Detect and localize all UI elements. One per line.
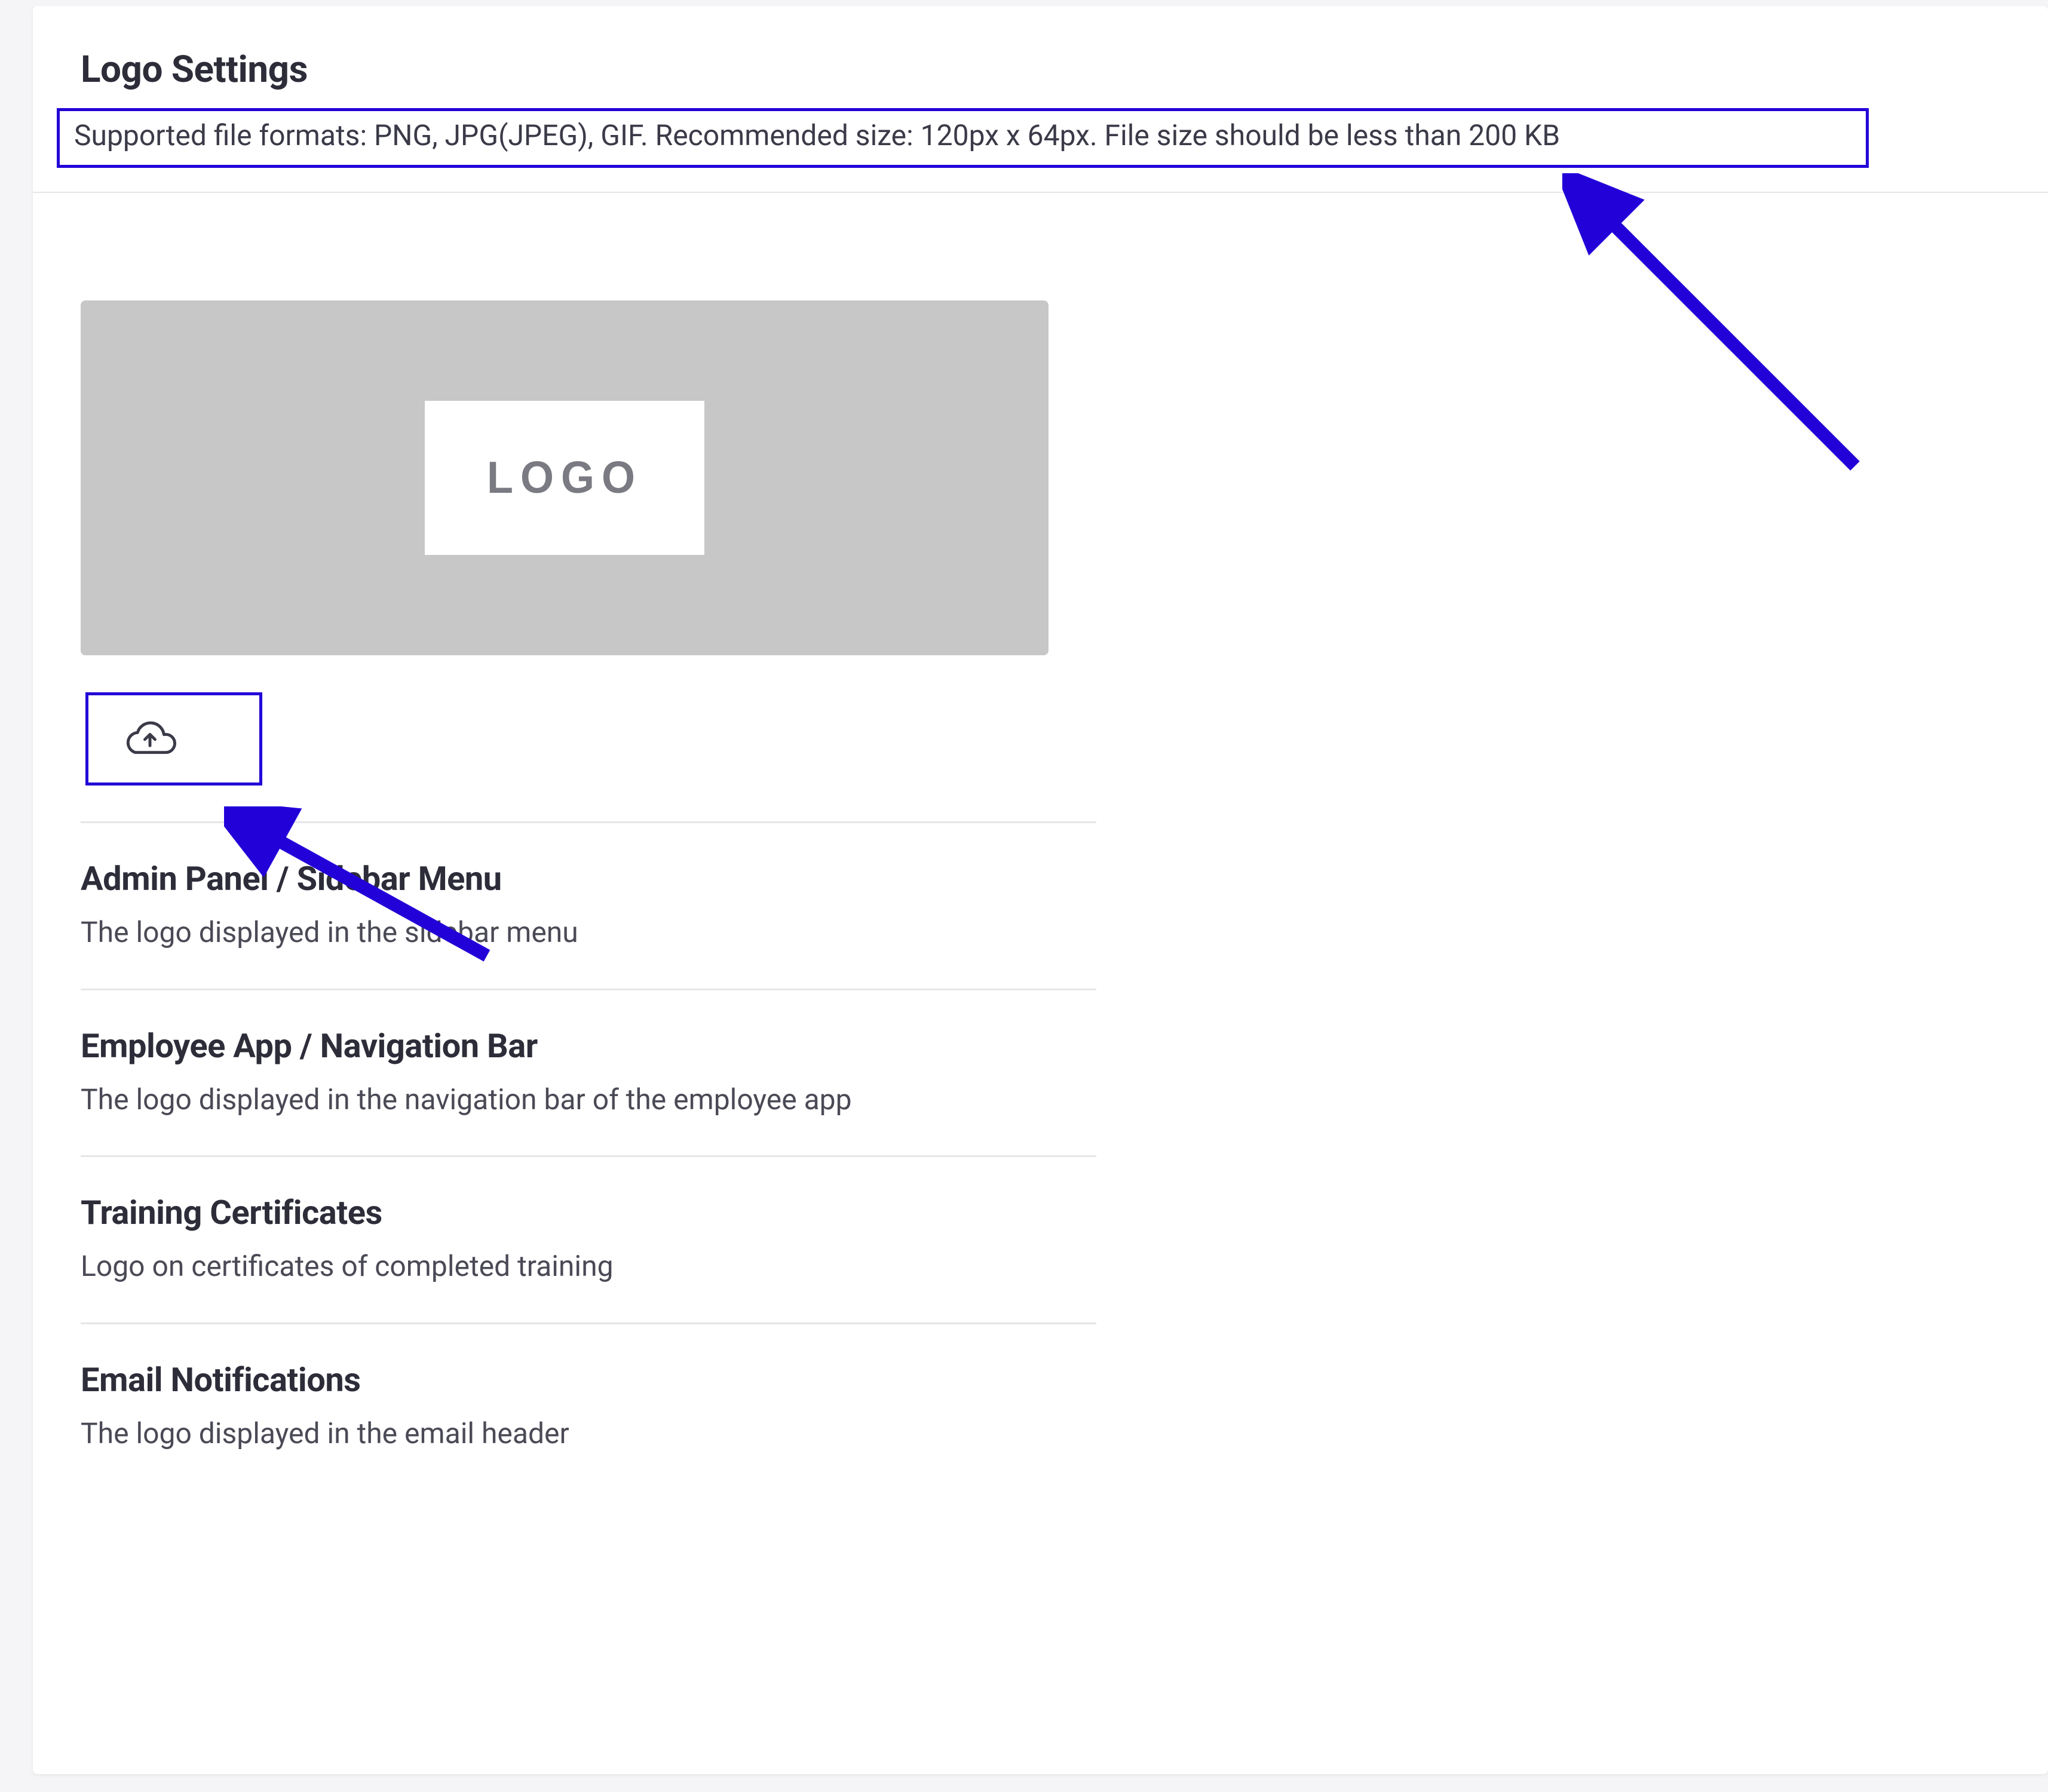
logo-section-employee-app[interactable]: Employee App / Navigation Bar The logo d… [81,990,1096,1118]
settings-panel: Logo Settings Supported file formats: PN… [33,6,2048,1774]
section-description: The logo displayed in the email header [81,1415,1096,1452]
upload-logo-button[interactable] [85,692,262,785]
section-description: Logo on certificates of completed traini… [81,1248,1096,1285]
section-description: The logo displayed in the navigation bar… [81,1081,1096,1118]
annotation-arrow-icon [1562,173,1885,496]
logo-placeholder-card: LOGO [425,401,704,555]
page-title: Logo Settings [81,48,2048,91]
cloud-upload-icon [122,719,178,759]
logo-section-training-certificates[interactable]: Training Certificates Logo on certificat… [81,1157,1096,1285]
section-title: Training Certificates [81,1193,1096,1232]
section-description: The logo displayed in the sidebar menu [81,914,1096,951]
section-title: Admin Panel / Sidebar Menu [81,859,1096,898]
logo-section-admin-sidebar[interactable]: Admin Panel / Sidebar Menu The logo disp… [81,823,1096,951]
divider [33,192,2048,193]
section-title: Email Notifications [81,1360,1096,1400]
logo-placeholder-text: LOGO [487,452,642,504]
logo-preview-area: LOGO [81,300,1048,655]
section-title: Employee App / Navigation Bar [81,1026,1096,1066]
logo-column: LOGO Admin Panel / Sidebar Menu The logo… [81,300,1096,1452]
file-format-info: Supported file formats: PNG, JPG(JPEG), … [57,108,1869,168]
logo-section-email-notifications[interactable]: Email Notifications The logo displayed i… [81,1324,1096,1452]
